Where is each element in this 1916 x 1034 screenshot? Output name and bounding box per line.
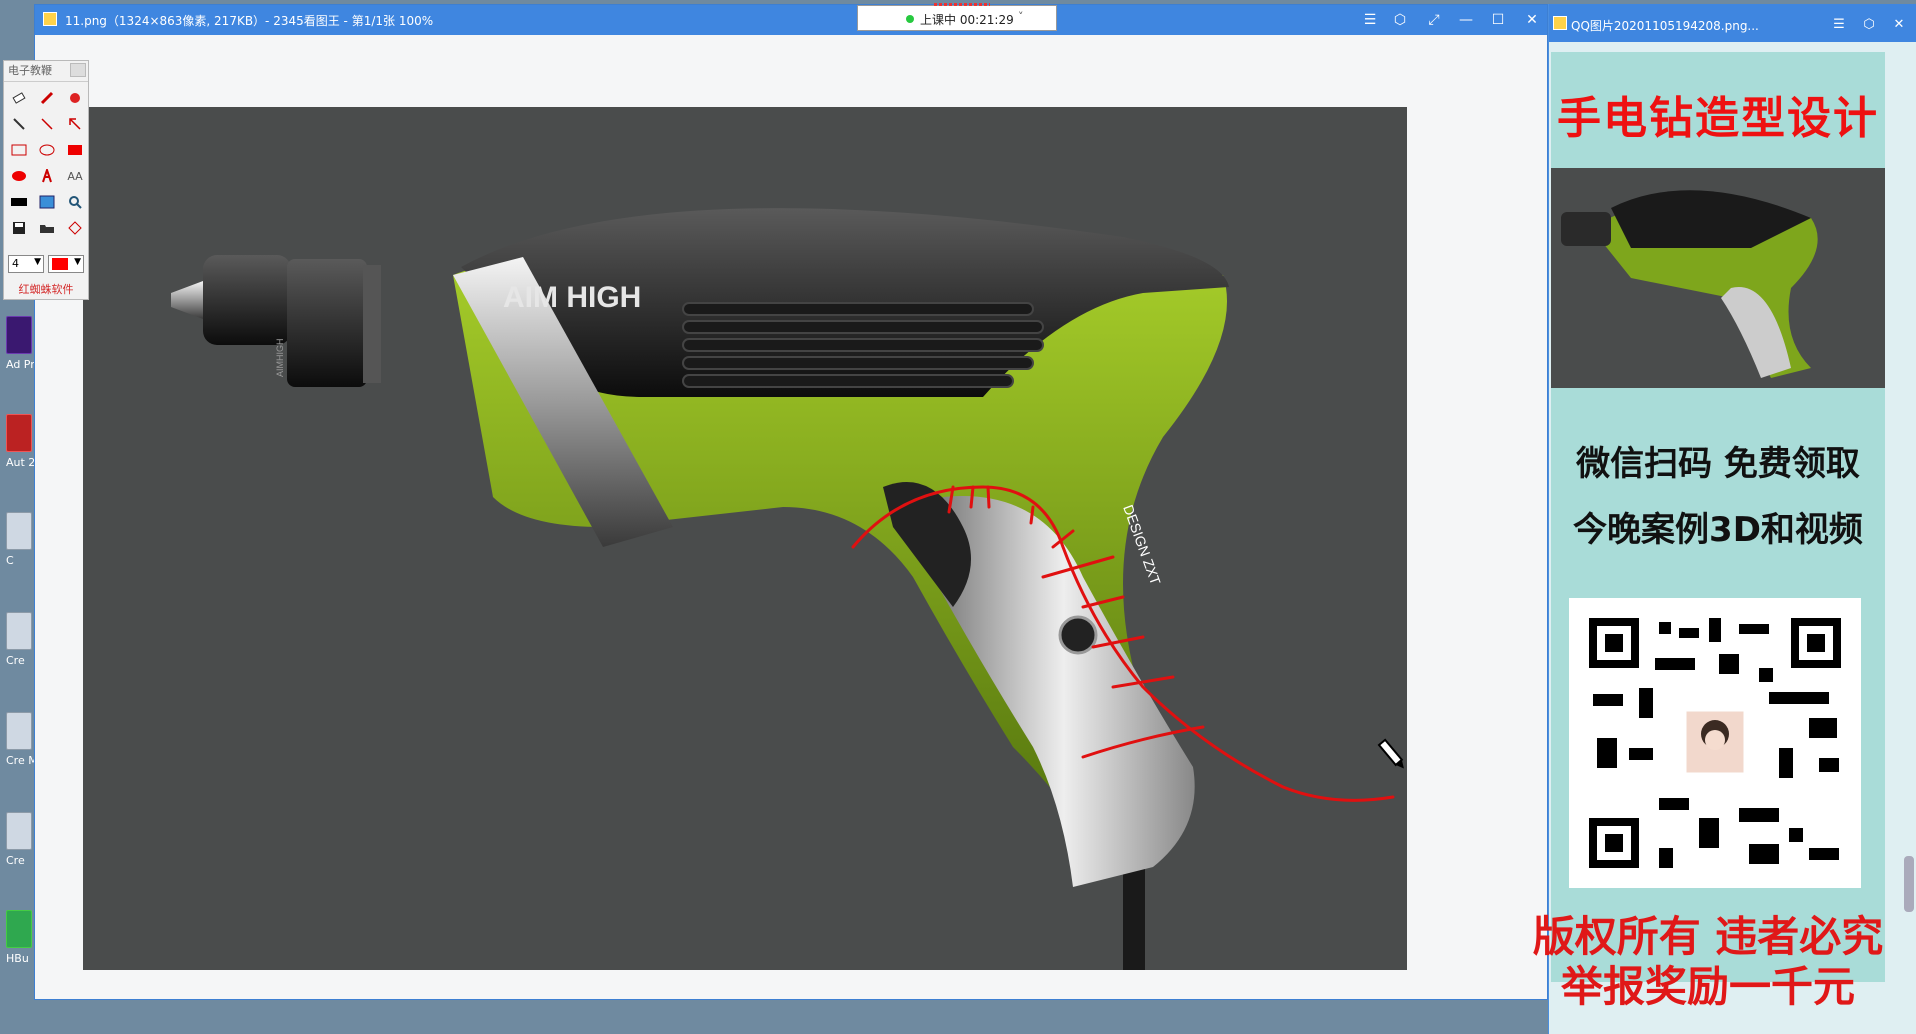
toolbox-title: 电子教鞭 xyxy=(8,64,52,77)
desktop-icon-label: Cre xyxy=(6,854,25,867)
qq-app-icon xyxy=(1553,16,1567,30)
desktop-icon-premiere[interactable]: Ad Prem xyxy=(6,316,34,406)
filled-ellipse-icon[interactable] xyxy=(8,165,30,187)
skin-button[interactable]: ⬡ xyxy=(1387,9,1413,31)
chuck-brand-text: AIMHIGH xyxy=(275,338,285,377)
pen-width-select[interactable]: 4 ▼ xyxy=(8,255,44,273)
menu-button[interactable]: ☰ xyxy=(1357,9,1383,31)
brush-icon[interactable] xyxy=(8,113,30,135)
scrollbar-thumb[interactable] xyxy=(1904,856,1914,912)
open-folder-icon[interactable] xyxy=(36,217,58,239)
desktop-icon-label: Cre xyxy=(6,654,25,667)
timer-indicator xyxy=(934,3,990,6)
drill-rendering: AIM HIGH AIMHIGH DESIGN ZXT xyxy=(171,208,1404,970)
class-timer[interactable]: 上课中 00:21:29 ˅ xyxy=(857,3,1057,31)
autocad-icon xyxy=(6,414,32,452)
pen-color-select[interactable]: ▼ xyxy=(48,255,84,273)
close-button[interactable]: ✕ xyxy=(1887,14,1911,36)
viewer-app-icon xyxy=(43,12,57,26)
black-bar-icon[interactable] xyxy=(8,191,30,213)
image-viewer-window: 11.png（1324×863像素, 217KB）- 2345看图王 - 第1/… xyxy=(34,3,1548,1000)
line-icon[interactable] xyxy=(36,113,58,135)
product-image: AIM HIGH AIMHIGH DESIGN ZXT xyxy=(83,107,1407,970)
desktop-icon-label: Cre M xyxy=(6,754,34,767)
file-icon xyxy=(6,712,32,750)
dropdown-arrow-icon: ▼ xyxy=(74,257,81,267)
copyright-warning: 版权所有 违者必究 举报奖励一千元 xyxy=(1500,912,1916,1012)
image-canvas[interactable]: AIM HIGH AIMHIGH DESIGN ZXT xyxy=(35,35,1547,999)
font-size-icon[interactable]: AA xyxy=(64,165,86,187)
close-button[interactable]: ✕ xyxy=(1519,9,1545,31)
dropdown-arrow-icon: ▼ xyxy=(34,257,41,267)
magnifier-icon[interactable] xyxy=(64,191,86,213)
toolbox-brand: 红蜘蛛软件 xyxy=(18,283,74,296)
clear-icon[interactable] xyxy=(64,217,86,239)
poster-line-2: 今晚案例3D和视频 xyxy=(1573,510,1863,550)
promo-poster: 手电钻造型设计 微信扫码 免费领取 今晚案例3D和视频 xyxy=(1551,52,1885,982)
maximize-button[interactable]: ☐ xyxy=(1485,9,1511,31)
fullscreen-button[interactable]: ⤢ xyxy=(1421,9,1447,31)
pen-icon[interactable] xyxy=(36,87,58,109)
filled-rectangle-icon[interactable] xyxy=(64,139,86,161)
screenshot-icon[interactable] xyxy=(36,191,58,213)
rectangle-icon[interactable] xyxy=(8,139,30,161)
poster-headline: 手电钻造型设计 xyxy=(1557,93,1879,144)
eraser-icon[interactable] xyxy=(8,87,30,109)
file-icon xyxy=(6,612,32,650)
viewer-title: 11.png（1324×863像素, 217KB）- 2345看图王 - 第1/… xyxy=(65,14,434,28)
handle-design-text: DESIGN ZXT xyxy=(1120,503,1164,588)
pen-color-swatch xyxy=(52,258,68,270)
save-icon[interactable] xyxy=(8,217,30,239)
warning-line-2: 举报奖励一千元 xyxy=(1560,962,1855,1011)
minimize-button[interactable]: — xyxy=(1453,9,1479,31)
desktop-icon-label: Ad Prem xyxy=(6,358,34,371)
toolbox-close-button[interactable] xyxy=(70,63,86,77)
qq-image-window: QQ图片20201105194208.png... ☰ ⬡ ✕ 手电钻造型设计 … xyxy=(1548,4,1916,1034)
file-icon xyxy=(6,512,32,550)
desktop-icon-label: C xyxy=(6,554,14,567)
arrow-icon[interactable] xyxy=(64,113,86,135)
hbuilder-icon xyxy=(6,910,32,948)
highlighter-icon[interactable] xyxy=(64,87,86,109)
drill-thumbnail xyxy=(1551,168,1885,388)
desktop-icon-autocad[interactable]: Aut 20 xyxy=(6,414,34,504)
desktop-icon-label: Aut 20 xyxy=(6,456,34,469)
qq-window-title: QQ图片20201105194208.png... xyxy=(1571,19,1759,33)
status-dot-icon xyxy=(906,15,914,23)
desktop-icon-label: HBu xyxy=(6,952,29,965)
skin-button[interactable]: ⬡ xyxy=(1857,14,1881,36)
class-timer-label: 上课中 00:21:29 xyxy=(920,13,1014,27)
ellipse-icon[interactable] xyxy=(36,139,58,161)
toolbox-header[interactable]: 电子教鞭 xyxy=(4,61,88,82)
drill-brand-text: AIM HIGH xyxy=(503,281,641,314)
menu-button[interactable]: ☰ xyxy=(1827,14,1851,36)
pen-width-value: 4 xyxy=(12,257,19,270)
text-tool-icon[interactable] xyxy=(36,165,58,187)
qr-code[interactable] xyxy=(1569,598,1861,888)
desktop-icon-cre[interactable]: Cre xyxy=(6,612,34,702)
premiere-icon xyxy=(6,316,32,354)
desktop-icon-hbuilder[interactable]: HBu xyxy=(6,910,34,1000)
file-icon xyxy=(6,812,32,850)
desktop-icon-cre-m[interactable]: Cre M xyxy=(6,712,34,802)
qq-window-titlebar[interactable]: QQ图片20201105194208.png... ☰ ⬡ ✕ xyxy=(1549,4,1916,42)
poster-line-1: 微信扫码 免费领取 xyxy=(1576,444,1860,484)
desktop-icon-c[interactable]: C xyxy=(6,512,34,602)
chevron-down-icon[interactable]: ˅ xyxy=(1018,10,1024,23)
warning-line-1: 版权所有 违者必究 xyxy=(1532,912,1884,961)
pen-cursor-icon xyxy=(1377,738,1404,769)
annotation-toolbox: 电子教鞭 AA 4 ▼ ▼ 红蜘蛛软件 xyxy=(3,60,89,300)
viewer-titlebar[interactable]: 11.png（1324×863像素, 217KB）- 2345看图王 - 第1/… xyxy=(35,5,1547,35)
desktop-icon-cre-2[interactable]: Cre xyxy=(6,812,34,902)
